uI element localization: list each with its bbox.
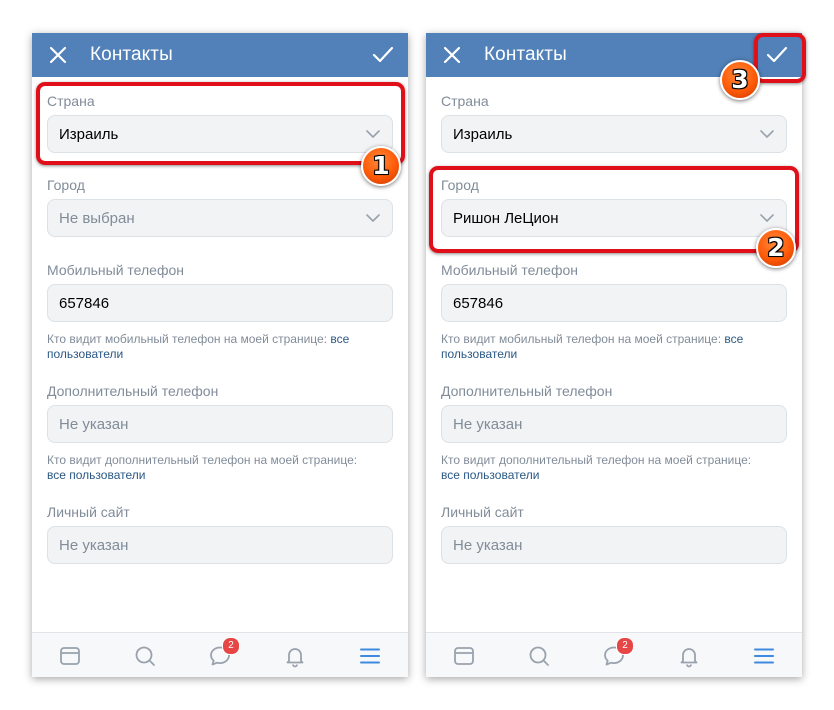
notifications-icon: [680, 648, 698, 668]
mobile-phone-label: Мобильный телефон: [47, 262, 184, 278]
extra-phone-label: Дополнительный телефон: [47, 383, 219, 399]
news-icon: [454, 647, 474, 665]
extra-visibility-hint: Кто видит дополнительный телефон на моей…: [441, 453, 761, 483]
page-title: Контакты: [90, 44, 173, 65]
step-marker-1: 1: [361, 146, 401, 186]
tab-menu[interactable]: [358, 644, 382, 668]
menu-icon: [360, 648, 380, 664]
mobile-phone-value: 657846: [453, 295, 504, 312]
tab-search[interactable]: [527, 644, 551, 668]
mobile-visibility-hint: Кто видит мобильный телефон на моей стра…: [441, 332, 761, 362]
page-title: Контакты: [484, 44, 567, 65]
menu-icon: [754, 648, 774, 664]
website-placeholder: Не указан: [453, 537, 523, 554]
mobile-visibility-hint: Кто видит мобильный телефон на моей стра…: [47, 332, 367, 362]
tab-messages[interactable]: 2: [208, 637, 240, 668]
website-label: Личный сайт: [47, 504, 130, 520]
extra-phone-input[interactable]: Не указан: [441, 405, 787, 443]
city-value: Не выбран: [59, 210, 135, 227]
bottom-tab-bar: 2: [32, 632, 408, 677]
step-marker-3: 3: [720, 60, 760, 100]
mobile-hint-text: Кто видит мобильный телефон на моей стра…: [47, 332, 331, 346]
extra-hint-text: Кто видит дополнительный телефон на моей…: [441, 453, 752, 467]
extra-phone-placeholder: Не указан: [453, 416, 523, 433]
mobile-hint-text: Кто видит мобильный телефон на моей стра…: [441, 332, 725, 346]
notifications-icon: [286, 648, 304, 668]
phone-screen-2: Контакты Страна Израиль Город Ришон ЛеЦи…: [426, 33, 802, 677]
chevron-down-icon: [366, 214, 380, 222]
website-input[interactable]: Не указан: [47, 526, 393, 564]
mobile-phone-label: Мобильный телефон: [441, 262, 578, 278]
close-icon[interactable]: [442, 45, 462, 65]
tab-notifications[interactable]: [677, 644, 701, 668]
news-icon: [60, 647, 80, 665]
extra-visibility-link[interactable]: все пользователи: [441, 468, 539, 482]
website-placeholder: Не указан: [59, 537, 129, 554]
bottom-tab-bar: 2: [426, 632, 802, 677]
tab-news[interactable]: [452, 644, 476, 668]
messages-badge: 2: [616, 637, 634, 655]
step-marker-2: 2: [756, 228, 796, 268]
website-input[interactable]: Не указан: [441, 526, 787, 564]
extra-visibility-hint: Кто видит дополнительный телефон на моей…: [47, 453, 367, 483]
website-label: Личный сайт: [441, 504, 524, 520]
extra-phone-placeholder: Не указан: [59, 416, 129, 433]
mobile-phone-value: 657846: [59, 295, 110, 312]
country-select[interactable]: Израиль: [441, 115, 787, 153]
mobile-phone-input[interactable]: 657846: [441, 284, 787, 322]
extra-phone-label: Дополнительный телефон: [441, 383, 613, 399]
tab-search[interactable]: [133, 644, 157, 668]
chevron-down-icon: [760, 130, 774, 138]
tutorial-canvas: Контакты Страна Израиль Город Не выбран …: [0, 0, 834, 710]
highlight-city: [429, 166, 799, 253]
tab-notifications[interactable]: [283, 644, 307, 668]
search-icon: [135, 646, 155, 666]
extra-visibility-link[interactable]: все пользователи: [47, 468, 145, 482]
country-value: Израиль: [453, 126, 513, 143]
tab-menu[interactable]: [752, 644, 776, 668]
city-label: Город: [47, 177, 85, 193]
messages-badge: 2: [222, 637, 240, 655]
close-icon[interactable]: [48, 45, 68, 65]
tab-messages[interactable]: 2: [602, 637, 634, 668]
extra-hint-text: Кто видит дополнительный телефон на моей…: [47, 453, 358, 467]
highlight-confirm: [754, 33, 806, 83]
city-select[interactable]: Не выбран: [47, 199, 393, 237]
highlight-country: [36, 82, 405, 165]
check-icon[interactable]: [372, 45, 394, 65]
country-label: Страна: [441, 93, 489, 109]
search-icon: [529, 646, 549, 666]
tab-news[interactable]: [58, 644, 82, 668]
app-header: Контакты: [32, 33, 408, 77]
mobile-phone-input[interactable]: 657846: [47, 284, 393, 322]
extra-phone-input[interactable]: Не указан: [47, 405, 393, 443]
